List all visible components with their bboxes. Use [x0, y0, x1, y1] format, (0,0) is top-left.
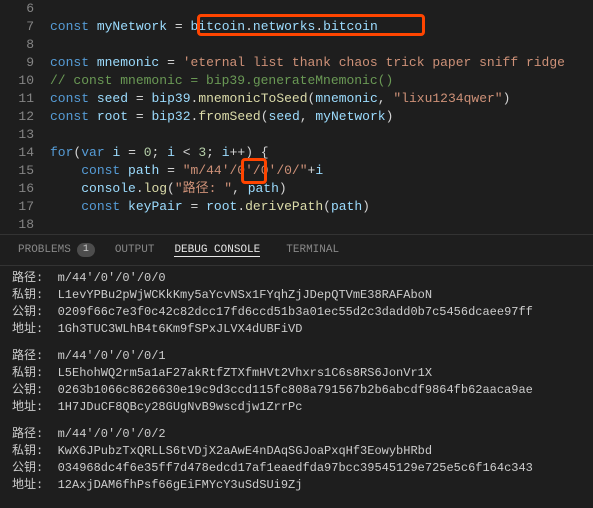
line-number: 16: [0, 180, 50, 198]
line-number: 6: [0, 0, 50, 18]
tab-output-label: OUTPUT: [115, 244, 155, 256]
tab-problems[interactable]: PROBLEMS 1: [8, 239, 105, 261]
code-line[interactable]: 18: [0, 216, 593, 234]
code-content: // const mnemonic = bip39.generateMnemon…: [50, 72, 393, 90]
line-number: 17: [0, 198, 50, 216]
line-number: 10: [0, 72, 50, 90]
console-line: 公钥: 034968dc4f6e35ff7d478edcd17af1eaedfd…: [12, 460, 581, 477]
tab-terminal[interactable]: TERMINAL: [276, 240, 349, 260]
code-line[interactable]: 8: [0, 36, 593, 54]
console-line: 公钥: 0263b1066c8626630e19c9d3ccd115fc808a…: [12, 382, 581, 399]
line-number: 13: [0, 126, 50, 144]
code-line[interactable]: 12const root = bip32.fromSeed(seed, myNe…: [0, 108, 593, 126]
console-line: 路径: m/44'/0'/0'/0/1: [12, 348, 581, 365]
console-line: 路径: m/44'/0'/0'/0/2: [12, 426, 581, 443]
code-content: const seed = bip39.mnemonicToSeed(mnemon…: [50, 90, 510, 108]
console-line: 地址: 1H7JDuCF8QBcy28GUgNvB9wscdjw1ZrrPc: [12, 399, 581, 416]
console-line: 公钥: 0209f66c7e3f0c42c82dcc17fd6ccd51b3a0…: [12, 304, 581, 321]
panel-tabs: PROBLEMS 1 OUTPUT DEBUG CONSOLE TERMINAL: [0, 234, 593, 266]
code-content: const myNetwork = bitcoin.networks.bitco…: [50, 18, 378, 36]
code-content: const mnemonic = 'eternal list thank cha…: [50, 54, 573, 72]
code-content: for(var i = 0; i < 3; i++) {: [50, 144, 269, 162]
console-line: 地址: 1Gh3TUC3WLhB4t6Km9fSPxJLVX4dUBFiVD: [12, 321, 581, 338]
code-line[interactable]: 15 const path = "m/44'/0'/0'/0/"+i: [0, 162, 593, 180]
console-line: 地址: 12AxjDAM6fhPsf66gEiFMYcY3uSdSUi9Zj: [12, 477, 581, 494]
console-line: 私钥: L5EhohWQ2rm5a1aF27akRtfZTXfmHVt2Vhxr…: [12, 365, 581, 382]
console-line: 路径: m/44'/0'/0'/0/0: [12, 270, 581, 287]
console-line: 私钥: KwX6JPubzTxQRLLS6tVDjX2aAwE4nDAqSGJo…: [12, 443, 581, 460]
tab-output[interactable]: OUTPUT: [105, 240, 165, 260]
line-number: 11: [0, 90, 50, 108]
code-line[interactable]: 13: [0, 126, 593, 144]
code-line[interactable]: 11const seed = bip39.mnemonicToSeed(mnem…: [0, 90, 593, 108]
tab-terminal-label: TERMINAL: [286, 244, 339, 256]
line-number: 7: [0, 18, 50, 36]
code-line[interactable]: 7const myNetwork = bitcoin.networks.bitc…: [0, 18, 593, 36]
code-line[interactable]: 9const mnemonic = 'eternal list thank ch…: [0, 54, 593, 72]
line-number: 18: [0, 216, 50, 234]
debug-console-output[interactable]: 路径: m/44'/0'/0'/0/0私钥: L1evYPBu2pWjWCKkK…: [0, 266, 593, 508]
line-number: 9: [0, 54, 50, 72]
line-number: 15: [0, 162, 50, 180]
code-line[interactable]: 14for(var i = 0; i < 3; i++) {: [0, 144, 593, 162]
code-content: const keyPair = root.derivePath(path): [50, 198, 370, 216]
code-content: const root = bip32.fromSeed(seed, myNetw…: [50, 108, 393, 126]
problems-count-badge: 1: [77, 243, 95, 257]
code-editor[interactable]: 67const myNetwork = bitcoin.networks.bit…: [0, 0, 593, 234]
code-line[interactable]: 16 console.log("路径: ", path): [0, 180, 593, 198]
console-block: 路径: m/44'/0'/0'/0/0私钥: L1evYPBu2pWjWCKkK…: [12, 270, 581, 338]
tab-problems-label: PROBLEMS: [18, 244, 71, 256]
console-block: 路径: m/44'/0'/0'/0/1私钥: L5EhohWQ2rm5a1aF2…: [12, 348, 581, 416]
line-number: 14: [0, 144, 50, 162]
tab-debug-console[interactable]: DEBUG CONSOLE: [164, 240, 276, 261]
line-number: 8: [0, 36, 50, 54]
code-line[interactable]: 6: [0, 0, 593, 18]
code-line[interactable]: 17 const keyPair = root.derivePath(path): [0, 198, 593, 216]
console-line: 私钥: L1evYPBu2pWjWCKkKmy5aYcvNSx1FYqhZjJD…: [12, 287, 581, 304]
console-block: 路径: m/44'/0'/0'/0/2私钥: KwX6JPubzTxQRLLS6…: [12, 426, 581, 494]
code-content: console.log("路径: ", path): [50, 180, 287, 198]
code-content: const path = "m/44'/0'/0'/0/"+i: [50, 162, 323, 180]
code-line[interactable]: 10// const mnemonic = bip39.generateMnem…: [0, 72, 593, 90]
tab-debug-label: DEBUG CONSOLE: [174, 244, 260, 257]
line-number: 12: [0, 108, 50, 126]
